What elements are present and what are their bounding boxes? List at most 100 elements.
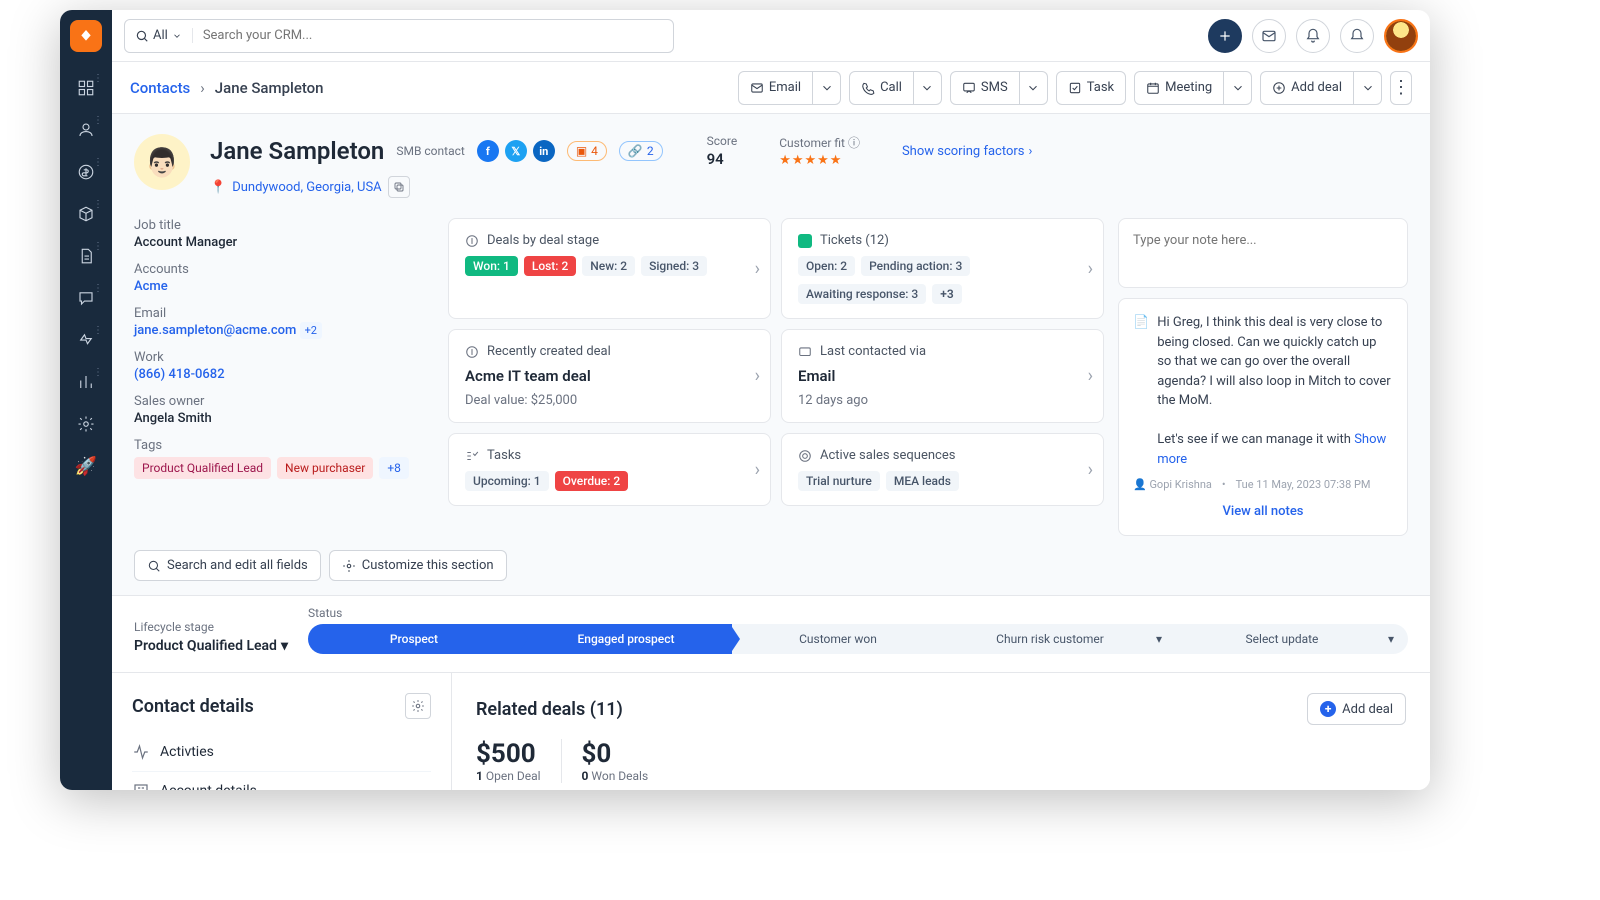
add-deal-button[interactable]: Add deal [1260,71,1354,105]
breadcrumb: Contacts › Jane Sampleton [130,79,324,97]
stage-customer-won[interactable]: Customer won [732,624,944,654]
stage-engaged[interactable]: Engaged prospect [520,624,732,654]
chevron-right-icon: › [200,79,205,97]
chevron-right-icon: › [1088,366,1093,387]
location-link[interactable]: Dundywood, Georgia, USA [232,180,381,195]
related-deals-title: Related deals (11) [476,699,623,720]
related-deals-panel: Related deals (11) +Add deal $500 1 Open… [452,673,1430,790]
sales-owner: Angela Smith [134,411,434,426]
work-phone[interactable]: (866) 418-0682 [134,367,434,382]
twitter-icon[interactable]: 𝕏 [505,140,527,162]
topbar: All [112,10,1430,62]
score-label: Score [707,134,738,148]
sidebar: ⋮ ⋮ ⋮ ⋮ ⋮ ⋮ ⋮ ⋮ 🚀 [60,10,112,790]
meeting-caret[interactable] [1224,71,1252,105]
notifications-button[interactable] [1296,19,1330,53]
contact-fields: Job titleAccount Manager AccountsAcme Em… [134,218,434,536]
meeting-button[interactable]: Meeting [1134,71,1224,105]
sequences-card[interactable]: Active sales sequences Trial nurture MEA… [781,433,1104,506]
breadcrumb-parent[interactable]: Contacts [130,79,190,97]
search-input[interactable] [193,28,673,43]
stage-churn-risk[interactable]: Churn risk customer ▾ [944,624,1176,654]
alerts-button[interactable] [1340,19,1374,53]
add-deal-inline-button[interactable]: +Add deal [1307,693,1406,725]
more-actions[interactable]: ⋮ [1390,71,1412,105]
email-caret[interactable] [813,71,841,105]
sms-button[interactable]: SMS [950,71,1020,105]
email-more[interactable]: +2 [300,322,322,339]
tag-more[interactable]: +8 [379,457,409,479]
nav-contacts[interactable]: ⋮ [68,112,104,148]
profile-avatar[interactable] [1384,19,1418,53]
tickets-card[interactable]: Tickets (12) Open: 2 Pending action: 3 A… [781,218,1104,319]
nav-settings[interactable] [68,406,104,442]
chevron-right-icon: › [755,459,760,480]
fit-stars: ★★★★★ [779,153,860,168]
show-scoring-factors[interactable]: Show scoring factors › [902,144,1032,159]
nav-chat[interactable]: ⋮ [68,280,104,316]
account-details-item[interactable]: Account details [132,772,431,790]
stage-select-update[interactable]: Select update ▾ [1176,624,1408,654]
note-textarea[interactable] [1133,233,1393,263]
search-edit-fields-button[interactable]: Search and edit all fields [134,550,321,581]
action-bar: Contacts › Jane Sampleton Email Call SMS… [112,62,1430,114]
search-scope-label: All [153,28,168,43]
badge-blue[interactable]: 🔗 2 [619,141,663,161]
email-link[interactable]: jane.sampleton@acme.com [134,323,296,338]
tag[interactable]: New purchaser [277,457,373,479]
chevron-right-icon: › [755,366,760,387]
last-contacted-card[interactable]: Last contacted via Email 12 days ago › [781,329,1104,423]
view-all-notes[interactable]: View all notes [1133,502,1393,522]
tasks-card[interactable]: Tasks Upcoming: 1 Overdue: 2 › [448,433,771,506]
contact-details-title: Contact details [132,696,254,717]
sms-caret[interactable] [1020,71,1048,105]
contact-name: Jane Sampleton [210,137,384,165]
job-title: Account Manager [134,235,434,250]
nav-deals[interactable]: ⋮ [68,154,104,190]
score-value: 94 [707,150,738,168]
search-group: All [124,19,674,53]
lifecycle-stage-dropdown[interactable]: Product Qualified Lead ▾ [134,638,288,654]
nav-documents[interactable]: ⋮ [68,238,104,274]
chevron-right-icon: › [755,258,760,279]
copy-location-button[interactable] [388,176,410,198]
fit-label: Customer fit ⓘ [779,134,860,151]
stage-prospect[interactable]: Prospect [308,624,520,654]
contact-type: SMB contact [396,144,464,158]
call-caret[interactable] [914,71,942,105]
activities-item[interactable]: Activties [132,733,431,772]
details-gear-button[interactable] [405,693,431,719]
inbox-button[interactable] [1252,19,1286,53]
nav-dashboard[interactable]: ⋮ [68,70,104,106]
customize-section-button[interactable]: Customize this section [329,550,507,581]
breadcrumb-current: Jane Sampleton [215,79,324,97]
open-deals-value: $500 [476,739,541,769]
call-button[interactable]: Call [849,71,914,105]
lifecycle-section: Lifecycle stage Product Qualified Lead ▾… [112,595,1430,673]
deals-card[interactable]: Deals by deal stage Won: 1 Lost: 2 New: … [448,218,771,319]
app-logo[interactable] [70,20,102,52]
account-link[interactable]: Acme [134,279,434,294]
badge-orange[interactable]: ▣ 4 [567,141,607,161]
contact-details-panel: Contact details Activties Account detail… [112,673,452,790]
tag[interactable]: Product Qualified Lead [134,457,271,479]
note-card: 📄 Hi Greg, I think this deal is very clo… [1118,298,1408,536]
chevron-right-icon: › [1088,258,1093,279]
nav-rocket[interactable]: 🚀 [68,448,104,484]
quick-add-button[interactable] [1208,19,1242,53]
nav-automation[interactable]: ⋮ [68,322,104,358]
contact-avatar: 👨🏻 [134,134,190,190]
search-scope[interactable]: All [125,28,193,43]
location-icon: 📍 [210,180,226,195]
facebook-icon[interactable]: f [477,140,499,162]
note-icon: 📄 [1133,313,1149,469]
linkedin-icon[interactable]: in [533,140,555,162]
nav-products[interactable]: ⋮ [68,196,104,232]
nav-reports[interactable]: ⋮ [68,364,104,400]
recent-deal-card[interactable]: Recently created deal Acme IT team deal … [448,329,771,423]
email-button[interactable]: Email [738,71,813,105]
task-button[interactable]: Task [1056,71,1126,105]
note-input[interactable] [1118,218,1408,288]
won-deals-value: $0 [582,739,649,769]
add-deal-caret[interactable] [1354,71,1382,105]
